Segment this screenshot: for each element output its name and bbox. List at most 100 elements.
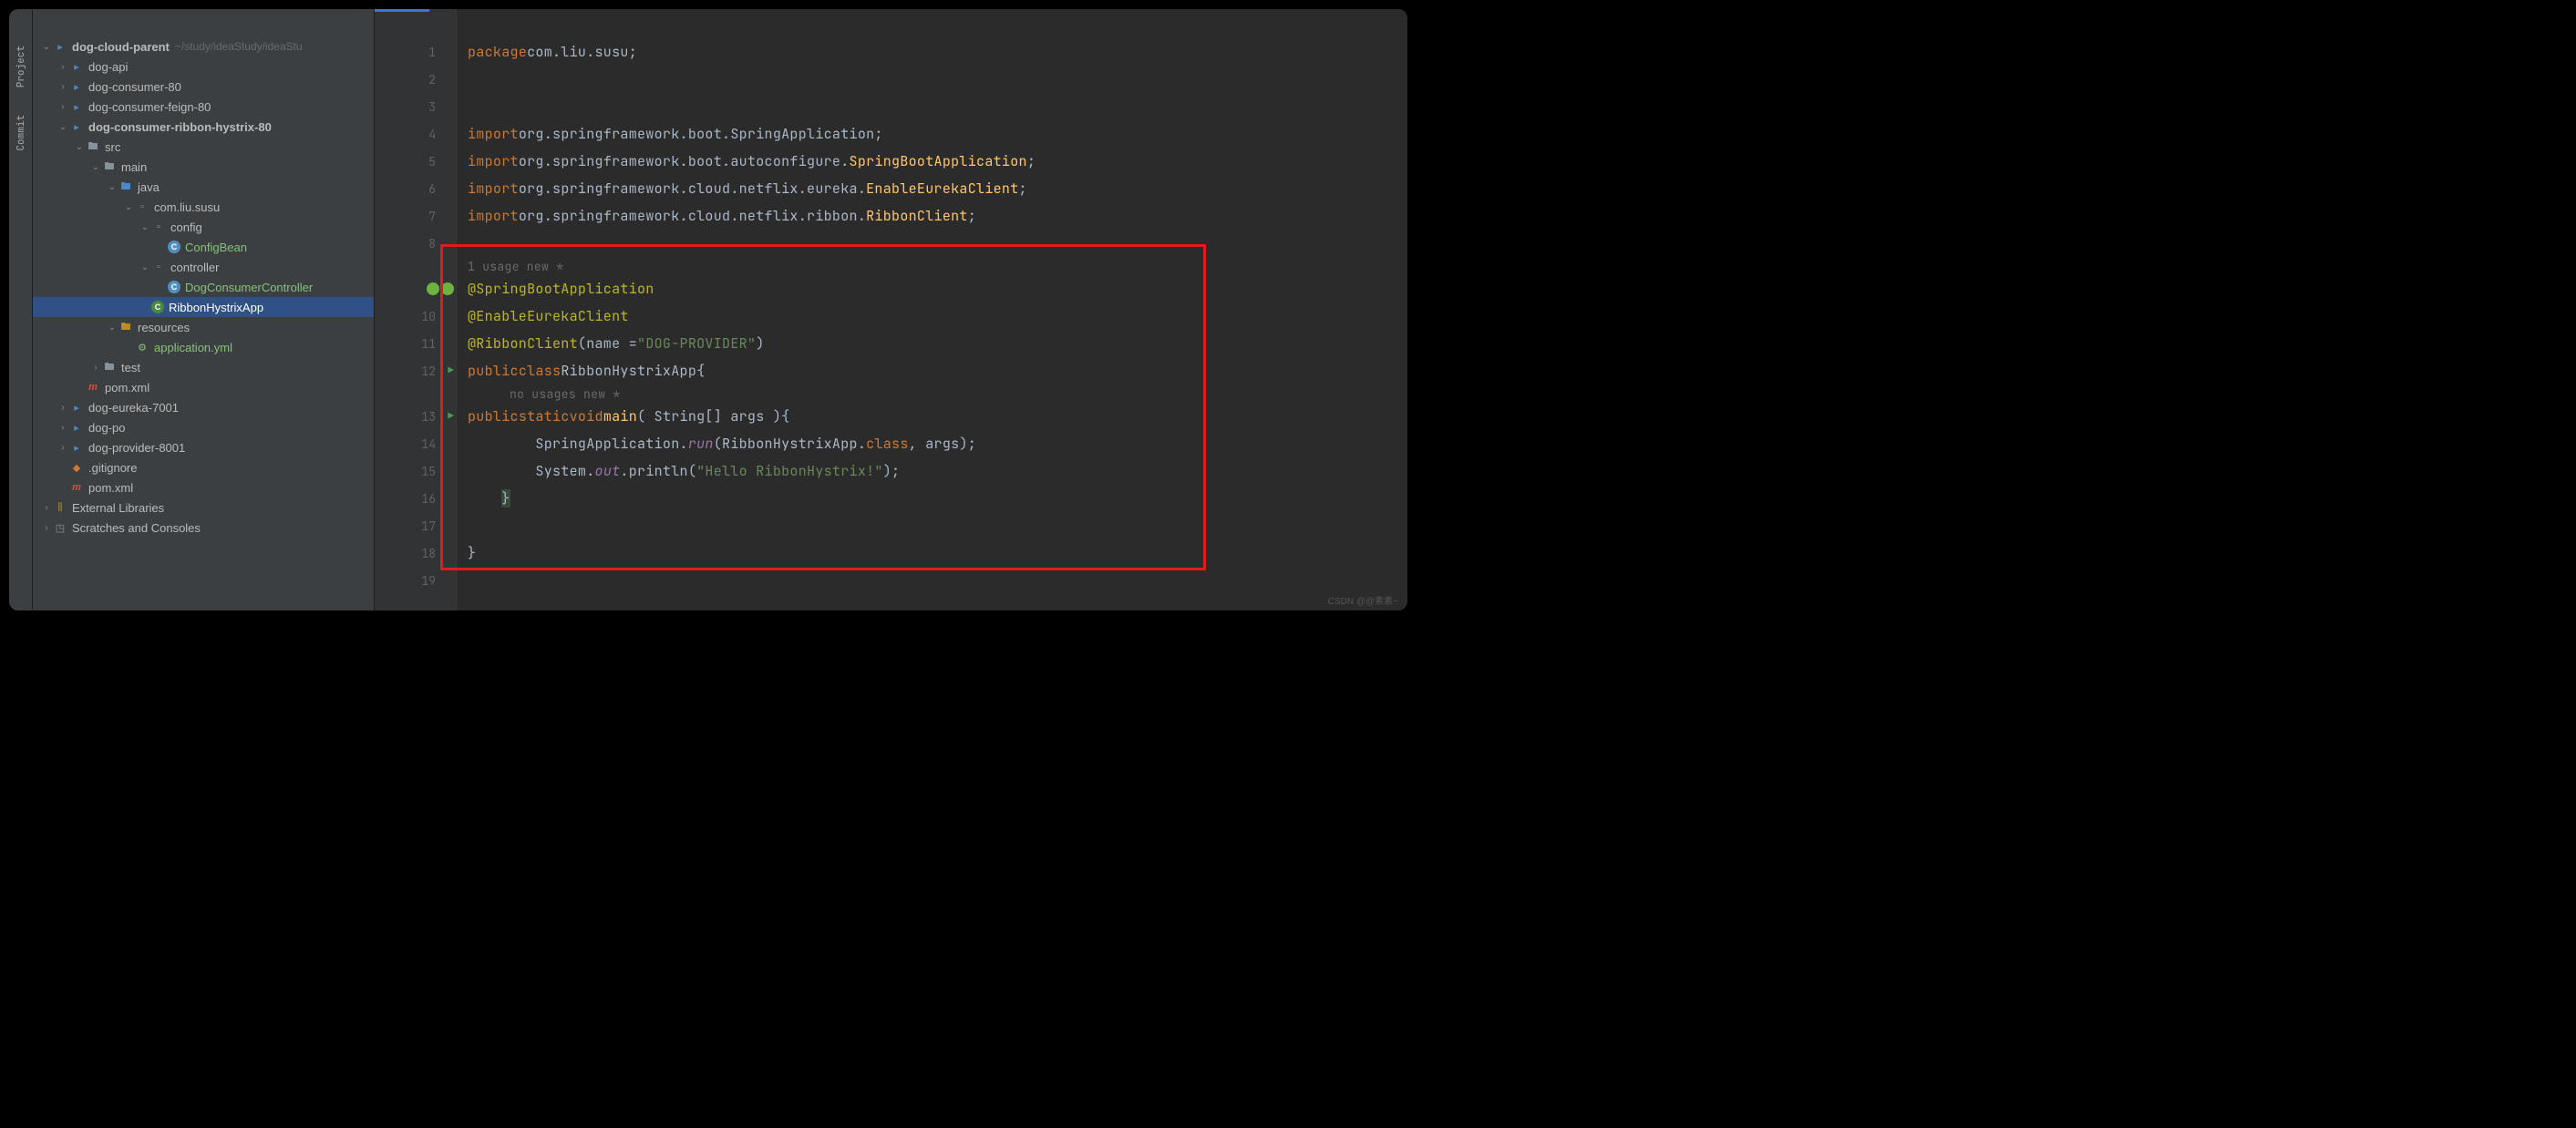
gutter-row[interactable]: 13 ▶ bbox=[375, 403, 456, 430]
tree-item[interactable]: mpom.xml bbox=[33, 477, 374, 497]
tree-arrow-icon[interactable]: › bbox=[57, 102, 69, 112]
gutter-row[interactable]: 12▶ bbox=[375, 357, 456, 385]
package-icon: ▫ bbox=[151, 260, 166, 274]
tree-item[interactable]: ⌄🖿java bbox=[33, 177, 374, 197]
spring-icon bbox=[441, 282, 454, 295]
tree-item[interactable]: ⌄▸dog-consumer-ribbon-hystrix-80 bbox=[33, 117, 374, 137]
tree-item[interactable]: ⌄▫config bbox=[33, 217, 374, 237]
gutter-row[interactable]: 10 bbox=[375, 303, 456, 330]
tree-item-label: ConfigBean bbox=[185, 241, 247, 254]
tree-arrow-icon[interactable]: ⌄ bbox=[106, 323, 118, 333]
rail-project[interactable]: Project bbox=[15, 46, 27, 87]
package-icon: ▫ bbox=[135, 200, 149, 214]
gutter-row[interactable]: 17 bbox=[375, 512, 456, 539]
tree-item[interactable]: ⌄🖿main bbox=[33, 157, 374, 177]
gutter-row[interactable]: 4 bbox=[375, 120, 456, 148]
gutter-row[interactable]: 19 bbox=[375, 567, 456, 594]
tree-item[interactable]: ⌄🖿src bbox=[33, 137, 374, 157]
chevron-right-icon[interactable]: › bbox=[40, 523, 53, 533]
code-line: } bbox=[457, 539, 1407, 567]
gutter-row[interactable]: 7 bbox=[375, 202, 456, 230]
gutter-row[interactable]: 15 bbox=[375, 457, 456, 485]
maven-icon: m bbox=[69, 480, 84, 495]
tree-item[interactable]: ›▸dog-consumer-feign-80 bbox=[33, 97, 374, 117]
tree-item[interactable]: ⌄▫controller bbox=[33, 257, 374, 277]
code-line: public static void main( String[] args )… bbox=[457, 403, 1407, 430]
tree-item[interactable]: ›🖿test bbox=[33, 357, 374, 377]
tree-arrow-icon[interactable]: › bbox=[57, 423, 69, 433]
tree-arrow-icon[interactable]: ⌄ bbox=[122, 202, 135, 212]
gutter-row[interactable]: 3 bbox=[375, 93, 456, 120]
tree-item-label: com.liu.susu bbox=[154, 200, 220, 214]
tree-arrow-icon[interactable]: › bbox=[57, 403, 69, 413]
line-number: 13 bbox=[421, 409, 436, 425]
tree-item-label: dog-consumer-ribbon-hystrix-80 bbox=[88, 120, 272, 134]
tree-item-label: DogConsumerController bbox=[185, 281, 313, 294]
chevron-right-icon[interactable]: › bbox=[40, 503, 53, 513]
gutter-row[interactable]: 2 bbox=[375, 66, 456, 93]
tree-external-libs[interactable]: › ⫼ External Libraries bbox=[33, 497, 374, 518]
tree-arrow-icon[interactable]: › bbox=[57, 443, 69, 453]
gutter-row[interactable] bbox=[375, 257, 456, 275]
tree-item[interactable]: C ConfigBean bbox=[33, 237, 374, 257]
tree-scratches[interactable]: › ◳ Scratches and Consoles bbox=[33, 518, 374, 538]
line-number: 11 bbox=[421, 336, 436, 352]
gutter-row[interactable]: 11 bbox=[375, 330, 456, 357]
tree-root[interactable]: ⌄ ▸ dog-cloud-parent ~/study/ideaStudy/i… bbox=[33, 36, 374, 56]
chevron-down-icon[interactable]: ⌄ bbox=[40, 42, 53, 52]
tree-item[interactable]: mpom.xml bbox=[33, 377, 374, 397]
gutter-row[interactable]: 18 bbox=[375, 539, 456, 567]
gutter-row[interactable] bbox=[375, 385, 456, 403]
tree-item[interactable]: ◆ .gitignore bbox=[33, 457, 374, 477]
gitignore-icon: ◆ bbox=[69, 460, 84, 475]
gutter-row[interactable]: 1 bbox=[375, 38, 456, 66]
line-number: 3 bbox=[428, 99, 436, 115]
class-icon: C bbox=[168, 241, 180, 253]
tree-arrow-icon[interactable]: › bbox=[57, 82, 69, 92]
project-tree[interactable]: ⌄ ▸ dog-cloud-parent ~/study/ideaStudy/i… bbox=[33, 9, 375, 610]
rail-commit[interactable]: Commit bbox=[15, 115, 27, 151]
module-icon: ▸ bbox=[69, 79, 84, 94]
line-number: 15 bbox=[421, 464, 436, 479]
tree-item[interactable]: ⚙application.yml bbox=[33, 337, 374, 357]
run-icon[interactable]: ▶ bbox=[448, 364, 454, 377]
runnable-class-icon: C bbox=[151, 301, 164, 313]
tree-arrow-icon[interactable]: › bbox=[89, 363, 102, 373]
tree-arrow-icon[interactable]: ⌄ bbox=[139, 262, 151, 272]
tree-item[interactable]: ›▸dog-po bbox=[33, 417, 374, 437]
tree-arrow-icon[interactable]: ⌄ bbox=[89, 162, 102, 172]
gutter-row[interactable]: 14 bbox=[375, 430, 456, 457]
tree-arrow-icon[interactable]: ⌄ bbox=[139, 222, 151, 232]
line-number: 1 bbox=[428, 45, 436, 60]
line-number: 2 bbox=[428, 72, 436, 87]
line-number: 17 bbox=[421, 518, 436, 534]
code-line: System.out.println( "Hello RibbonHystrix… bbox=[457, 457, 1407, 485]
code-area[interactable]: package com.liu.susu; import org.springf… bbox=[457, 9, 1407, 610]
folder-icon: 🖿 bbox=[102, 360, 117, 374]
gutter-row[interactable]: 16 bbox=[375, 485, 456, 512]
tree-item[interactable]: CRibbonHystrixApp bbox=[33, 297, 374, 317]
tree-arrow-icon[interactable]: ⌄ bbox=[57, 122, 69, 132]
tree-item-label: dog-provider-8001 bbox=[88, 441, 185, 455]
gutter-row[interactable]: 8 bbox=[375, 230, 456, 257]
tree-arrow-icon[interactable]: ⌄ bbox=[106, 182, 118, 192]
gutter-row[interactable]: 5 bbox=[375, 148, 456, 175]
resource-folder-icon: 🖿 bbox=[118, 320, 133, 334]
gutter-row[interactable]: 9 bbox=[375, 275, 456, 303]
run-icon[interactable]: ▶ bbox=[448, 410, 454, 423]
tree-item-label: java bbox=[138, 180, 160, 194]
tree-item[interactable]: ⌄🖿resources bbox=[33, 317, 374, 337]
tree-arrow-icon[interactable]: › bbox=[57, 62, 69, 72]
tree-item[interactable]: ›▸dog-api bbox=[33, 56, 374, 77]
code-line: } bbox=[457, 485, 1407, 512]
tree-item[interactable]: ›▸dog-eureka-7001 bbox=[33, 397, 374, 417]
tree-item[interactable]: ›▸dog-provider-8001 bbox=[33, 437, 374, 457]
tree-root-path: ~/study/ideaStudy/ideaStu bbox=[175, 40, 303, 53]
tree-arrow-icon[interactable]: ⌄ bbox=[73, 142, 86, 152]
tree-item[interactable]: ⌄▫ com.liu.susu bbox=[33, 197, 374, 217]
code-line: import org.springframework.cloud.netflix… bbox=[457, 175, 1407, 202]
tree-item[interactable]: CDogConsumerController bbox=[33, 277, 374, 297]
tree-item[interactable]: ›▸dog-consumer-80 bbox=[33, 77, 374, 97]
gutter-row[interactable]: 6 bbox=[375, 175, 456, 202]
tree-item-label: .gitignore bbox=[88, 461, 137, 475]
